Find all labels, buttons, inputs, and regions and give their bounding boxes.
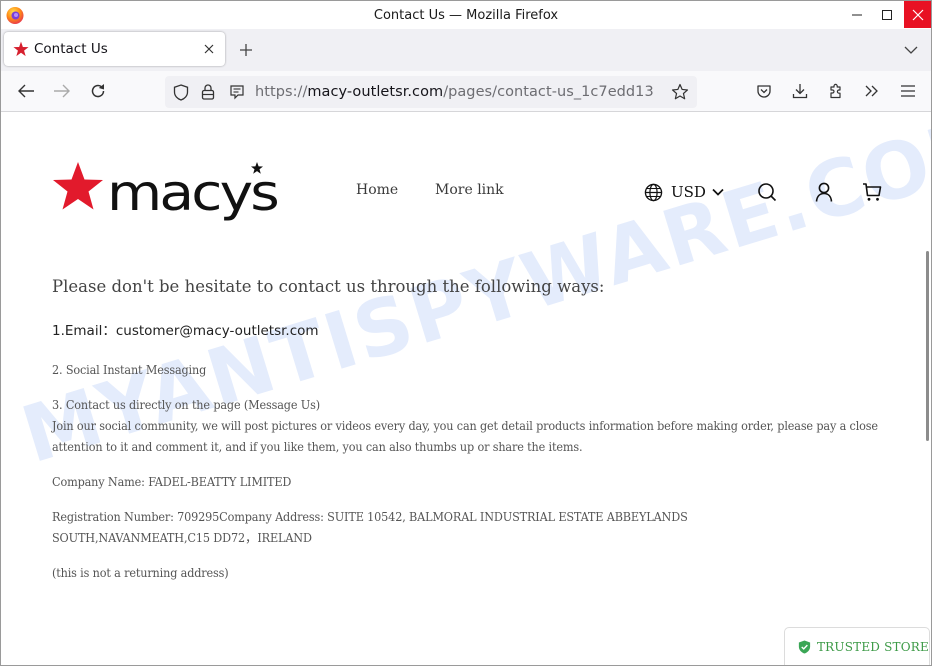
menu-icon — [901, 85, 915, 97]
downloads-button[interactable] — [789, 80, 811, 102]
overflow-icon — [865, 85, 878, 97]
lock-icon[interactable] — [201, 83, 215, 100]
logo-star-icon — [53, 162, 103, 210]
account-icon — [815, 182, 833, 202]
forward-icon — [54, 84, 70, 98]
currency-label: USD — [671, 183, 706, 201]
contact-direct-block: 3. Contact us directly on the page (Mess… — [52, 394, 892, 457]
close-icon — [912, 9, 924, 20]
company-name-text: Company Name: FADEL-BEATTY LIMITED — [52, 474, 292, 489]
navigation-toolbar: https://macy-outletsr.com/pages/contact-… — [1, 71, 931, 112]
page-scrollbar[interactable] — [926, 251, 929, 441]
macys-logo[interactable]: macys — [51, 159, 281, 225]
maximize-button[interactable] — [873, 1, 901, 28]
pocket-icon — [757, 85, 771, 98]
tab-contact-us[interactable]: Contact Us — [4, 32, 225, 66]
forward-button[interactable] — [51, 80, 73, 102]
community-text: Join our social community, we will post … — [52, 418, 878, 454]
currency-selector[interactable]: USD — [644, 181, 724, 203]
minimize-button[interactable] — [843, 1, 871, 28]
app-menu-button[interactable] — [897, 80, 919, 102]
url-path: /pages/contact-us_1c7edd13 — [443, 84, 654, 100]
shield-check-icon — [798, 640, 811, 654]
nav-link-more[interactable]: More link — [435, 182, 504, 198]
list-all-tabs-button[interactable] — [901, 40, 921, 60]
contact-direct-text: 3. Contact us directly on the page (Mess… — [52, 397, 320, 412]
back-icon — [18, 84, 34, 98]
contact-headline: Please don't be hesitate to contact us t… — [52, 277, 605, 296]
url-text[interactable]: https://macy-outletsr.com/pages/contact-… — [255, 84, 654, 100]
chevron-down-icon — [712, 188, 724, 196]
cart-button[interactable] — [861, 181, 883, 203]
social-messaging-text: 2. Social Instant Messaging — [52, 362, 207, 377]
extensions-icon — [830, 83, 841, 99]
reload-icon — [91, 84, 105, 98]
reader-view-icon[interactable] — [229, 84, 245, 100]
registration-address-text: Registration Number: 709295Company Addre… — [52, 509, 688, 545]
return-note-text: (this is not a returning address) — [52, 565, 229, 580]
new-tab-icon — [240, 44, 252, 56]
list-all-tabs-icon — [904, 46, 918, 54]
back-button[interactable] — [15, 80, 37, 102]
trusted-store-badge[interactable]: TRUSTED STORE — [784, 627, 930, 665]
tab-close-button[interactable] — [200, 40, 218, 58]
email-line: 1.Email：customer@macy-outletsr.com — [52, 323, 319, 339]
tab-title: Contact Us — [34, 41, 108, 57]
url-scheme: https:// — [255, 84, 308, 100]
close-window-button[interactable] — [904, 1, 931, 28]
url-bar[interactable]: https://macy-outletsr.com/pages/contact-… — [165, 76, 697, 108]
tab-close-icon — [204, 44, 214, 54]
pocket-button[interactable] — [753, 80, 775, 102]
nav-link-home[interactable]: Home — [356, 182, 398, 198]
search-icon — [758, 183, 777, 202]
globe-icon — [644, 183, 663, 201]
overflow-button[interactable] — [861, 80, 883, 102]
bookmark-star-icon[interactable] — [671, 83, 689, 101]
maximize-icon — [882, 9, 892, 20]
tab-bar: Contact Us — [1, 29, 931, 71]
account-button[interactable] — [813, 181, 835, 203]
extensions-button[interactable] — [825, 80, 847, 102]
search-button[interactable] — [756, 181, 778, 203]
cart-icon — [863, 183, 882, 201]
browser-window: Contact Us — Mozilla Firefox Contact Us — [0, 0, 932, 666]
shield-icon[interactable] — [173, 84, 189, 101]
download-icon — [792, 84, 808, 99]
trusted-store-label: TRUSTED STORE — [816, 640, 929, 654]
page-viewport: MYANTISPYWARE.COM macys Home More link U… — [1, 113, 931, 665]
window-title: Contact Us — Mozilla Firefox — [373, 8, 559, 23]
url-host: macy-outletsr.com — [307, 84, 444, 100]
minimize-icon — [852, 14, 862, 15]
reload-button[interactable] — [87, 80, 109, 102]
new-tab-button[interactable] — [235, 39, 257, 61]
logo-text: macys — [107, 164, 278, 222]
title-bar: Contact Us — Mozilla Firefox — [1, 1, 931, 29]
red-star-icon — [13, 41, 29, 57]
